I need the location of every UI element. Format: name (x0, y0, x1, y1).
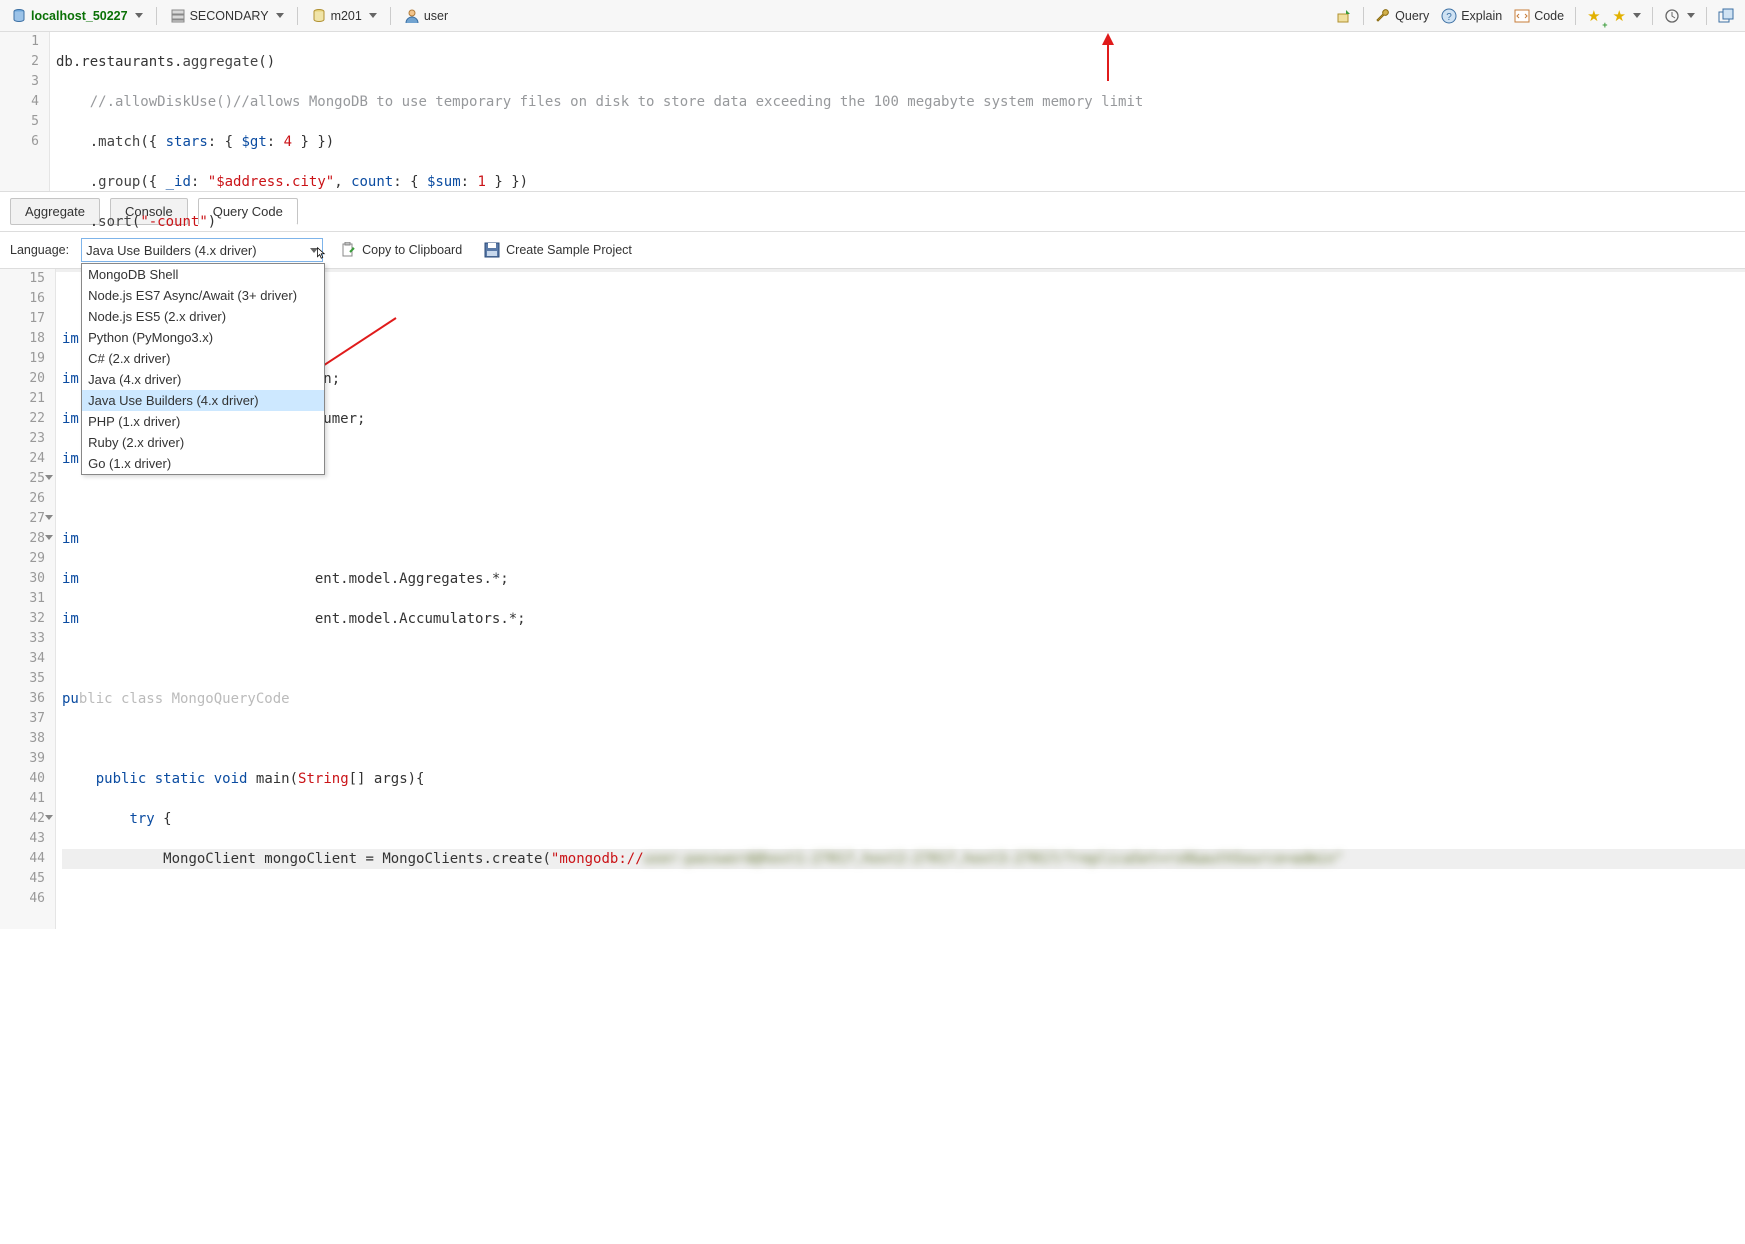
replica-label: SECONDARY (190, 9, 269, 23)
connection-label: localhost_50227 (31, 9, 128, 23)
fold-icon[interactable] (45, 515, 53, 520)
toolbar-right: Query ? Explain Code ★+ ★ (1331, 4, 1739, 28)
detach-icon (1718, 8, 1734, 24)
clock-icon (1664, 8, 1680, 24)
query-button[interactable]: Query (1370, 5, 1434, 27)
main-toolbar: localhost_50227 SECONDARY m201 user Quer… (0, 0, 1745, 32)
chevron-down-icon (135, 13, 143, 18)
question-icon: ? (1441, 8, 1457, 24)
save-icon (484, 242, 500, 258)
cylinder-icon (311, 8, 327, 24)
language-option[interactable]: PHP (1.x driver) (82, 411, 324, 432)
replica-selector[interactable]: SECONDARY (165, 5, 289, 27)
fold-icon[interactable] (45, 475, 53, 480)
server-icon (170, 8, 186, 24)
code-label: Code (1534, 9, 1564, 23)
database-icon (11, 8, 27, 24)
chevron-down-icon (1687, 13, 1695, 18)
create-sample-project-button[interactable]: Create Sample Project (479, 239, 637, 261)
separator (1575, 7, 1576, 25)
database-selector[interactable]: m201 (306, 5, 382, 27)
editor-content[interactable]: db.restaurants.aggregate() //.allowDiskU… (50, 32, 1745, 191)
separator (156, 7, 157, 25)
code-icon (1514, 8, 1530, 24)
language-option[interactable]: Python (PyMongo3.x) (82, 327, 324, 348)
separator (390, 7, 391, 25)
wrench-icon (1375, 8, 1391, 24)
copy-label: Copy to Clipboard (362, 243, 462, 257)
language-dropdown: MongoDB Shell Node.js ES7 Async/Await (3… (81, 263, 325, 475)
sample-label: Create Sample Project (506, 243, 632, 257)
separator (1363, 7, 1364, 25)
chevron-down-icon (369, 13, 377, 18)
svg-text:?: ? (1446, 12, 1452, 23)
language-option[interactable]: Java (4.x driver) (82, 369, 324, 390)
language-option[interactable]: Node.js ES7 Async/Await (3+ driver) (82, 285, 324, 306)
star-icon: ★ (1587, 7, 1600, 25)
language-label: Language: (10, 243, 69, 257)
user-label: user (424, 9, 448, 23)
language-option[interactable]: MongoDB Shell (82, 264, 324, 285)
toolbar-left: localhost_50227 SECONDARY m201 user (6, 5, 453, 27)
export-icon (1336, 8, 1352, 24)
language-option[interactable]: C# (2.x driver) (82, 348, 324, 369)
language-option[interactable]: Ruby (2.x driver) (82, 432, 324, 453)
add-favorite-button[interactable]: ★+ (1582, 4, 1605, 28)
user-icon (404, 8, 420, 24)
fold-icon[interactable] (45, 535, 53, 540)
query-code-options: Language: Java Use Builders (4.x driver)… (0, 232, 1745, 269)
editor-gutter: 1 2 3 4 5 6 (0, 32, 50, 191)
query-editor[interactable]: 1 2 3 4 5 6 db.restaurants.aggregate() /… (0, 32, 1745, 192)
export-button[interactable] (1331, 5, 1357, 27)
language-option[interactable]: Java Use Builders (4.x driver) (82, 390, 324, 411)
separator (1652, 7, 1653, 25)
separator (1706, 7, 1707, 25)
history-dropdown[interactable] (1659, 5, 1700, 27)
query-label: Query (1395, 9, 1429, 23)
user-selector[interactable]: user (399, 5, 453, 27)
language-option[interactable]: Node.js ES5 (2.x driver) (82, 306, 324, 327)
copy-to-clipboard-button[interactable]: Copy to Clipboard (335, 239, 467, 261)
separator (297, 7, 298, 25)
fold-icon[interactable] (45, 815, 53, 820)
connection-selector[interactable]: localhost_50227 (6, 5, 148, 27)
explain-label: Explain (1461, 9, 1502, 23)
chevron-down-icon (1633, 13, 1641, 18)
code-button[interactable]: Code (1509, 5, 1569, 27)
star-icon: ★ (1613, 7, 1626, 25)
detach-button[interactable] (1713, 5, 1739, 27)
chevron-down-icon (276, 13, 284, 18)
language-select[interactable]: Java Use Builders (4.x driver) MongoDB S… (81, 238, 323, 262)
database-label: m201 (331, 9, 362, 23)
language-option[interactable]: Go (1.x driver) (82, 453, 324, 474)
clipboard-icon (340, 242, 356, 258)
favorites-dropdown[interactable]: ★ (1608, 4, 1646, 28)
explain-button[interactable]: ? Explain (1436, 5, 1507, 27)
language-selected: Java Use Builders (4.x driver) (86, 243, 257, 258)
cursor-icon (316, 245, 328, 261)
code-gutter: 15 16 17 18 19 20 21 22 23 24 25 26 27 2… (0, 269, 56, 929)
